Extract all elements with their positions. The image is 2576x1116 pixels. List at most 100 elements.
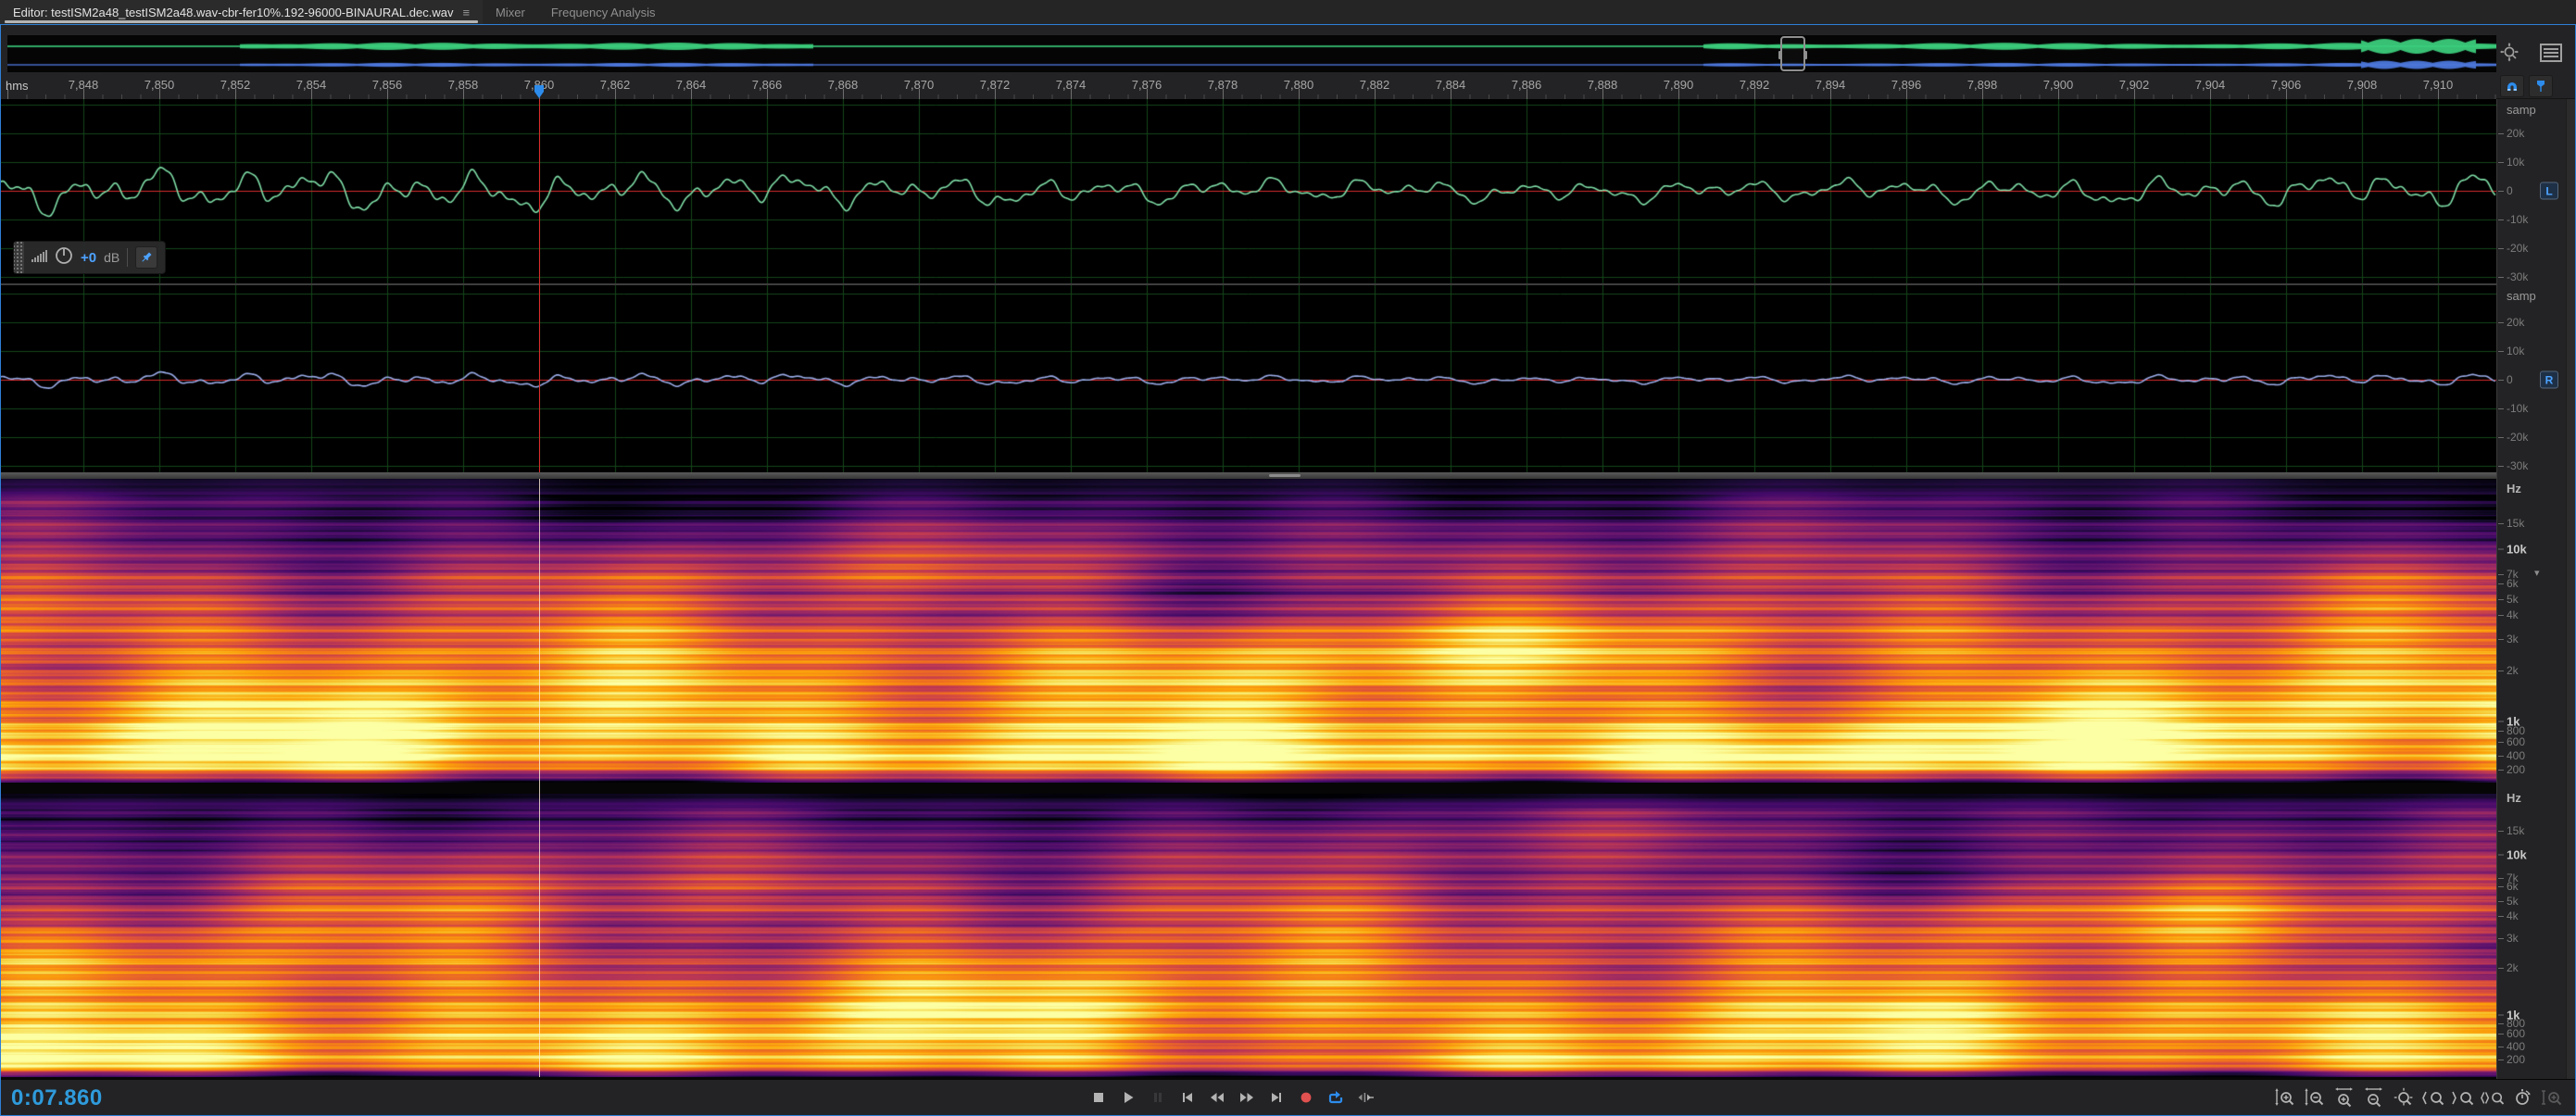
mixer-tab-label: Mixer <box>496 6 525 19</box>
hud-pin-button[interactable] <box>135 246 157 269</box>
ruler-tick-label: 7,896 <box>1891 78 1922 92</box>
channel-badge-r[interactable]: R <box>2540 371 2558 389</box>
gain-value[interactable]: +0 <box>81 250 96 266</box>
frequency-scale-tick: 2k <box>2507 961 2519 974</box>
frequency-scale-tick: 5k <box>2507 593 2519 606</box>
transport-skip-forward-button[interactable] <box>1266 1087 1287 1108</box>
frequency-scale-tick: 4k <box>2507 608 2519 621</box>
frequency-scale-tick: 6k <box>2507 880 2519 893</box>
viewport-left-handle[interactable] <box>1778 51 1781 59</box>
viewport-right-handle[interactable] <box>1804 51 1807 59</box>
ruler-tick-label: 7,902 <box>2119 78 2150 92</box>
tab-frequency-analysis[interactable]: Frequency Analysis <box>538 0 669 24</box>
gain-unit-label: dB <box>104 250 119 265</box>
overview-waveform-canvas <box>7 35 2496 72</box>
ruler-tick-label: 7,886 <box>1512 78 1542 92</box>
transport-play-button[interactable] <box>1118 1087 1138 1108</box>
playhead-line-waveform <box>539 99 540 472</box>
frequency-scale-tick: 4k <box>2507 909 2519 922</box>
selection-start-time: 0:07.860 <box>11 1085 103 1111</box>
overview-navigation-bar[interactable] <box>7 35 2496 72</box>
amplitude-scale-tick: -10k <box>2507 213 2528 226</box>
vertical-scrollbar[interactable] <box>2566 99 2576 1079</box>
transport-controls <box>1088 1079 1376 1116</box>
zoom-toolbar <box>2273 1079 2563 1116</box>
playhead-line-spectrogram <box>539 479 540 1077</box>
zoom-selection-button[interactable] <box>2481 1086 2504 1109</box>
gain-knob-icon[interactable] <box>55 246 73 270</box>
overview-zoom-reset-icon[interactable] <box>2498 41 2522 65</box>
zoom-amplitude-selection-button <box>2540 1086 2563 1109</box>
frequency-scale-tick: 15k <box>2507 824 2524 837</box>
amplitude-scale-tick: -20k <box>2507 431 2528 444</box>
ruler-tick-label: 7,866 <box>752 78 783 92</box>
volume-bars-icon <box>31 249 47 267</box>
time-ruler[interactable]: hms 7,8487,8507,8527,8547,8567,8587,8607… <box>0 74 2496 100</box>
channel-badge-l[interactable]: L <box>2540 182 2558 200</box>
zoom-out-amplitude-button[interactable] <box>2303 1086 2326 1109</box>
playhead-ruler-handle[interactable] <box>533 85 546 104</box>
ruler-corner-toolbar <box>2496 74 2576 99</box>
amplitude-scale-tick: 20k <box>2507 127 2524 140</box>
ruler-tick-label: 7,900 <box>2043 78 2074 92</box>
panel-list-menu-icon[interactable] <box>2539 41 2563 65</box>
ruler-tick-label: 7,856 <box>372 78 403 92</box>
zoom-out-time-button[interactable] <box>2362 1086 2385 1109</box>
ruler-tick-label: 7,868 <box>828 78 859 92</box>
ruler-tick-label: 7,872 <box>980 78 1011 92</box>
zoom-in-amplitude-button[interactable] <box>2273 1086 2296 1109</box>
frequency-scale-tick: 2k <box>2507 664 2519 677</box>
transport-record-button[interactable] <box>1296 1087 1316 1108</box>
zoom-in-time-button[interactable] <box>2332 1086 2356 1109</box>
amplitude-scale-unit: samp <box>2507 289 2536 303</box>
amplitude-scale-tick: 0 <box>2507 184 2513 197</box>
amplitude-scale-tick: -10k <box>2507 402 2528 415</box>
ruler-tick-label: 7,880 <box>1284 78 1314 92</box>
tab-mixer[interactable]: Mixer <box>483 0 538 24</box>
active-tab-underline <box>5 20 478 23</box>
amplitude-scale-tick: 0 <box>2507 373 2513 386</box>
amplitude-scale-tick: -30k <box>2507 459 2528 472</box>
zoom-out-point-button[interactable] <box>2451 1086 2474 1109</box>
marker-pin-icon[interactable] <box>2529 75 2553 97</box>
gain-hud[interactable]: +0 dB <box>13 241 166 274</box>
frequency-scale-tick: 3k <box>2507 633 2519 646</box>
scale-collapse-icon[interactable]: ▾ <box>2534 567 2540 579</box>
panel-menu-icon[interactable]: ≡ <box>462 6 470 19</box>
splitter-grip[interactable] <box>1269 474 1301 477</box>
frequency-scale-tick: 400 <box>2507 1040 2525 1053</box>
amplitude-scale-tick: -30k <box>2507 270 2528 283</box>
tab-editor[interactable]: Editor: testISM2a48_testISM2a48.wav-cbr-… <box>0 0 483 24</box>
frequency-scale-tick: 10k <box>2507 542 2527 556</box>
view-splitter[interactable] <box>0 472 2496 479</box>
frequency-scale-tick: 10k <box>2507 847 2527 861</box>
ruler-tick-label: 7,852 <box>220 78 251 92</box>
transport-rewind-button[interactable] <box>1207 1087 1227 1108</box>
spectrogram-left-channel-canvas[interactable] <box>0 479 2496 783</box>
zoom-in-point-button[interactable] <box>2421 1086 2444 1109</box>
spectrogram-right-channel-canvas[interactable] <box>0 794 2496 1077</box>
frequency-scale-tick: 400 <box>2507 749 2525 762</box>
transport-fast-forward-button[interactable] <box>1237 1087 1257 1108</box>
frequency-scale-tick: 15k <box>2507 517 2524 530</box>
waveform-right-channel-canvas[interactable] <box>0 285 2496 472</box>
transport-pause-button <box>1148 1087 1168 1108</box>
frequency-scale-tick: 200 <box>2507 1053 2525 1066</box>
snap-magnet-icon[interactable] <box>2500 75 2524 97</box>
ruler-unit-label: hms <box>6 79 29 93</box>
amplitude-scale-tick: 10k <box>2507 156 2524 169</box>
transport-skip-back-button[interactable] <box>1177 1087 1198 1108</box>
zoom-reset-button[interactable] <box>2392 1086 2415 1109</box>
waveform-left-channel-canvas[interactable] <box>0 99 2496 283</box>
overview-viewport-box[interactable] <box>1780 36 1805 71</box>
transport-move-playhead-button[interactable] <box>1355 1087 1376 1108</box>
transport-loop-button[interactable] <box>1326 1087 1346 1108</box>
timer-record-button[interactable] <box>2510 1086 2533 1109</box>
ruler-tick-label: 7,870 <box>904 78 935 92</box>
ruler-tick-label: 7,906 <box>2271 78 2302 92</box>
transport-stop-button[interactable] <box>1088 1087 1109 1108</box>
ruler-tick-label: 7,864 <box>676 78 707 92</box>
frequency-tab-label: Frequency Analysis <box>551 6 656 19</box>
ruler-tick-label: 7,898 <box>1967 78 1998 92</box>
hud-drag-handle[interactable] <box>14 242 24 273</box>
